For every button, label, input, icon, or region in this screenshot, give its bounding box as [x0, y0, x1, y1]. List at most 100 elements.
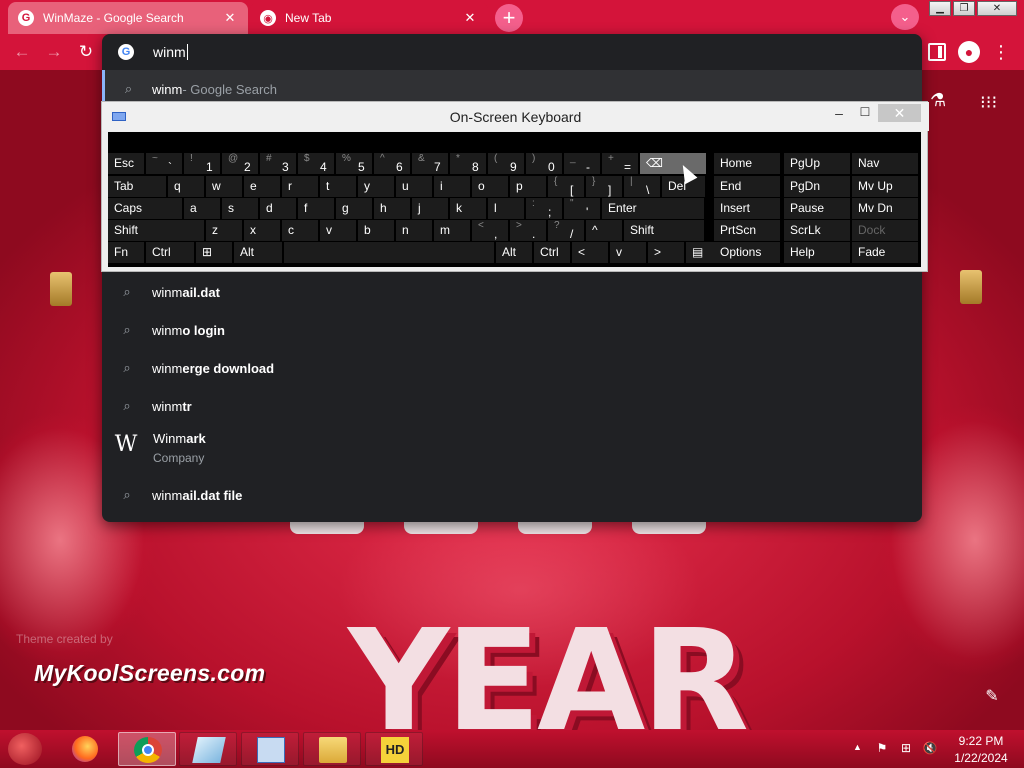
key-p[interactable]: p [510, 176, 546, 197]
network-icon[interactable]: ⊞ [898, 741, 914, 755]
side-panel-icon[interactable] [928, 43, 946, 61]
key-4[interactable]: $4 [298, 153, 334, 174]
tab-winmaze-search[interactable]: G WinMaze - Google Search ✕ [8, 2, 248, 34]
osk-title-bar[interactable]: On-Screen Keyboard – ☐ ✕ [102, 102, 929, 131]
forward-arrow-icon[interactable]: → [44, 42, 64, 62]
address-input[interactable]: winm [153, 44, 188, 60]
key-scrlk[interactable]: ScrLk [784, 220, 850, 241]
key-shift[interactable]: Shift [108, 220, 204, 241]
key-symbol[interactable]: ^ [586, 220, 622, 241]
key-enter[interactable]: Enter [602, 198, 704, 219]
key-pgdn[interactable]: PgDn [784, 176, 850, 197]
google-apps-grid-icon[interactable]: ⁝⁝⁝ [980, 92, 997, 113]
key-symbol[interactable]: " ' [564, 198, 600, 219]
osk-minimize-button[interactable]: – [829, 105, 849, 125]
key-8[interactable]: * 8 [450, 153, 486, 174]
profile-avatar-icon[interactable]: ● [958, 41, 980, 63]
key-symbol[interactable]: >. [510, 220, 546, 241]
key-v[interactable]: v [320, 220, 356, 241]
volume-muted-icon[interactable]: 🔇 [922, 741, 938, 755]
key-shift[interactable]: Shift [624, 220, 704, 241]
key-symbol[interactable]: {[ [548, 176, 584, 197]
key-esc[interactable]: Esc [108, 153, 144, 174]
key-end[interactable]: End [714, 176, 780, 197]
key-windows-icon[interactable]: ⊞ [196, 242, 232, 263]
key-options[interactable]: Options [714, 242, 780, 263]
key-g[interactable]: g [336, 198, 372, 219]
key-alt[interactable]: Alt [496, 242, 532, 263]
key-space[interactable] [284, 242, 494, 263]
customize-pencil-icon[interactable]: ✎ [982, 686, 1002, 706]
key-insert[interactable]: Insert [714, 198, 780, 219]
action-center-flag-icon[interactable]: ⚑ [874, 741, 890, 755]
window-restore-button[interactable]: ❐ [953, 1, 975, 16]
suggestion-entity-winmark[interactable]: W Winmark Company [102, 425, 922, 473]
key-j[interactable]: j [412, 198, 448, 219]
key-f[interactable]: f [298, 198, 334, 219]
key-help[interactable]: Help [784, 242, 850, 263]
key-v[interactable]: v [610, 242, 646, 263]
key-mv-up[interactable]: Mv Up [852, 176, 918, 197]
theme-credit-link[interactable]: Theme created by [16, 632, 113, 646]
firefox-icon[interactable] [68, 734, 102, 764]
shortcut-tile[interactable] [290, 520, 364, 534]
key-9[interactable]: (9 [488, 153, 524, 174]
taskbar-osk-button[interactable] [241, 732, 299, 766]
key-symbol[interactable]: ? / [548, 220, 584, 241]
key-symbol[interactable]: + = [602, 153, 638, 174]
key-nav[interactable]: Nav [852, 153, 918, 174]
shortcut-tile[interactable] [632, 520, 706, 534]
key-ctrl[interactable]: Ctrl [534, 242, 570, 263]
key-symbol[interactable]: ~ ` [146, 153, 182, 174]
key-x[interactable]: x [244, 220, 280, 241]
key-fn[interactable]: Fn [108, 242, 144, 263]
address-bar[interactable]: G winm [102, 34, 922, 70]
suggestion-item[interactable]: ⌕ winm tr [102, 387, 922, 425]
key-dock[interactable]: Dock [852, 220, 918, 241]
key-2[interactable]: @2 [222, 153, 258, 174]
tab-search-chevron-icon[interactable]: ⌄ [891, 4, 919, 30]
close-tab-icon[interactable]: ✕ [462, 10, 478, 26]
key-o[interactable]: o [472, 176, 508, 197]
key-h[interactable]: h [374, 198, 410, 219]
key-c[interactable]: c [282, 220, 318, 241]
key-a[interactable]: a [184, 198, 220, 219]
key-symbol[interactable]: :; [526, 198, 562, 219]
key-symbol[interactable]: }] [586, 176, 622, 197]
key-i[interactable]: i [434, 176, 470, 197]
chrome-menu-icon[interactable]: ⋮ [992, 41, 1010, 63]
key-s[interactable]: s [222, 198, 258, 219]
suggestion-item[interactable]: ⌕ winm o login [102, 311, 922, 349]
shortcut-tile[interactable] [404, 520, 478, 534]
key-ctrl[interactable]: Ctrl [146, 242, 194, 263]
key-backspace-icon[interactable]: ⌫ [640, 153, 706, 174]
window-minimize-button[interactable]: ▁ [929, 1, 951, 16]
key-l[interactable]: l [488, 198, 524, 219]
key-pause[interactable]: Pause [784, 198, 850, 219]
key-3[interactable]: #3 [260, 153, 296, 174]
taskbar-chrome-button[interactable] [118, 732, 176, 766]
key-1[interactable]: ! 1 [184, 153, 220, 174]
tray-expand-icon[interactable]: ▲ [853, 742, 862, 752]
key-r[interactable]: r [282, 176, 318, 197]
taskbar-explorer-button[interactable] [303, 732, 361, 766]
key-pgup[interactable]: PgUp [784, 153, 850, 174]
key-symbol[interactable]: < [572, 242, 608, 263]
back-arrow-icon[interactable]: ← [12, 42, 32, 62]
reload-icon[interactable]: ↻ [76, 42, 96, 62]
key-w[interactable]: w [206, 176, 242, 197]
taskbar-hxd-button[interactable]: HD [365, 732, 423, 766]
key-e[interactable]: e [244, 176, 280, 197]
key-home[interactable]: Home [714, 153, 780, 174]
osk-maximize-button[interactable]: ☐ [855, 105, 875, 125]
shortcut-tile[interactable] [518, 520, 592, 534]
tab-new-tab[interactable]: ◉ New Tab ✕ [250, 2, 488, 34]
key-fade[interactable]: Fade [852, 242, 918, 263]
key-u[interactable]: u [396, 176, 432, 197]
key-t[interactable]: t [320, 176, 356, 197]
key-k[interactable]: k [450, 198, 486, 219]
window-close-button[interactable]: ✕ [977, 1, 1017, 16]
key-m[interactable]: m [434, 220, 470, 241]
key-prtscn[interactable]: PrtScn [714, 220, 780, 241]
key-b[interactable]: b [358, 220, 394, 241]
